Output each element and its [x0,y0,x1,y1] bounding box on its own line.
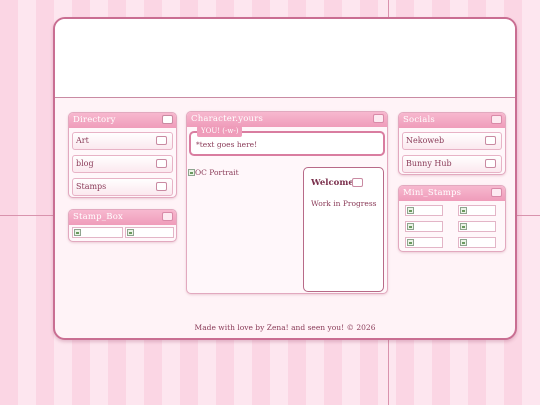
broken-image-icon [407,207,414,214]
stamp-box-panel: Stamp_Box [68,209,177,242]
header-banner [55,19,515,98]
social-item-label: Bunny Hub [406,159,452,168]
mini-stamp-image [405,221,443,232]
character-title: Character.yours [187,112,387,127]
checkbox-icon[interactable] [156,136,167,145]
mini-stamps-panel: Mini_Stamps [398,185,506,252]
mini-stamp-image [458,221,496,232]
socials-panel: Socials Nekoweb Bunny Hub [398,112,506,175]
directory-panel: Directory Art blog Stamps [68,112,177,198]
checkbox-icon[interactable] [491,188,502,197]
stamp-box-title: Stamp_Box [69,210,176,225]
portrait-alt-text: OC Portrait [195,168,239,177]
stamp-image [72,227,123,238]
welcome-body: Work in Progress [311,199,377,208]
directory-item-label: Art [76,136,89,145]
directory-item-label: blog [76,159,94,168]
checkbox-icon[interactable] [156,159,167,168]
directory-title: Directory [69,113,176,128]
mini-stamps-title: Mini_Stamps [399,186,505,201]
directory-item-blog[interactable]: blog [72,155,173,173]
mini-stamp-image [458,205,496,216]
character-panel: Character.yours *text goes here! YOU! (-… [186,111,388,294]
broken-image-icon [127,229,134,236]
oc-portrait: OC Portrait [188,168,239,177]
checkbox-icon[interactable] [352,178,363,187]
checkbox-icon[interactable] [373,114,384,123]
checkbox-icon[interactable] [485,136,496,145]
welcome-box: Welcome! Work in Progress [303,167,384,292]
broken-image-icon [460,239,467,246]
directory-item-stamps[interactable]: Stamps [72,178,173,196]
mini-stamp-image [458,237,496,248]
speech-text: *text goes here! [196,140,258,149]
broken-image-icon [74,229,81,236]
broken-image-icon [407,239,414,246]
broken-image-icon [460,207,467,214]
you-tag: YOU! (-w-) [197,126,243,137]
grid-icon[interactable] [162,115,173,124]
broken-image-icon [188,169,195,176]
stamp-image [125,227,174,238]
broken-image-icon [407,223,414,230]
footer-text: Made with love by Zena! and seen you! © … [194,323,376,332]
checkbox-icon[interactable] [485,159,496,168]
checkbox-icon[interactable] [162,212,173,221]
directory-item-label: Stamps [76,182,107,191]
welcome-title: Welcome! [311,178,358,188]
directory-item-art[interactable]: Art [72,132,173,150]
social-item-nekoweb[interactable]: Nekoweb [402,132,502,150]
main-frame: Directory Art blog Stamps Stamp_Box Char… [53,17,517,340]
social-item-label: Nekoweb [406,136,445,145]
broken-image-icon [460,223,467,230]
socials-title: Socials [399,113,505,128]
checkbox-icon[interactable] [156,182,167,191]
mini-stamp-image [405,205,443,216]
social-item-bunny-hub[interactable]: Bunny Hub [402,155,502,173]
checkbox-icon[interactable] [491,115,502,124]
mini-stamp-image [405,237,443,248]
